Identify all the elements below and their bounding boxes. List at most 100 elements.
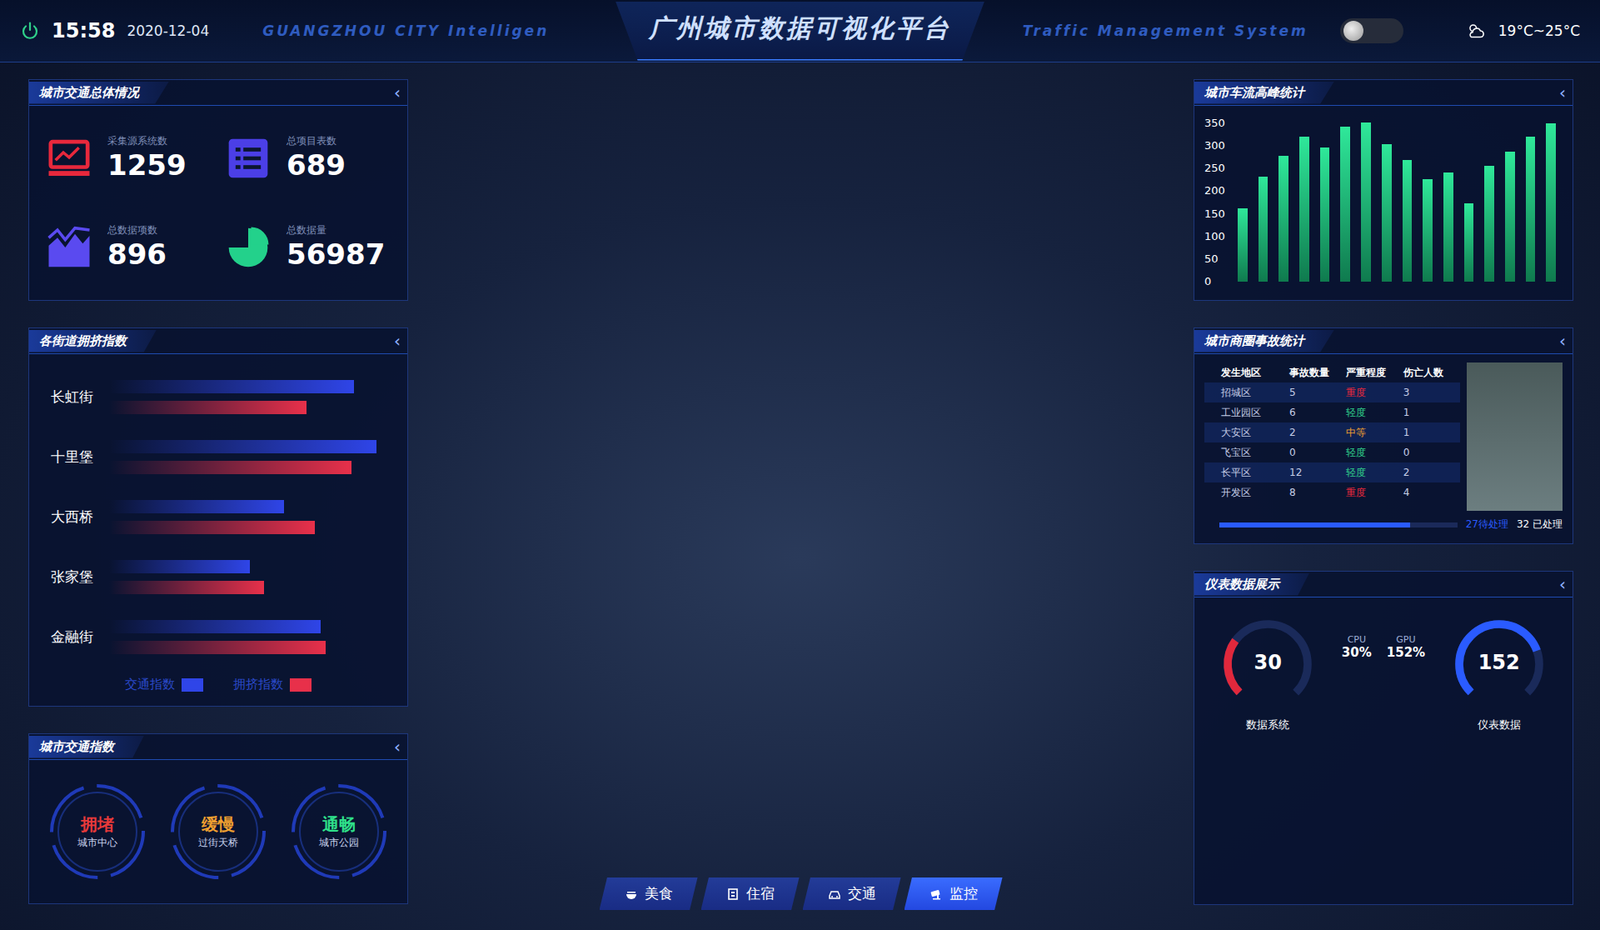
- traffic-bar: [109, 619, 321, 634]
- gauge: 152 仪表数据: [1449, 613, 1550, 733]
- chart-bar[interactable]: [1278, 155, 1289, 282]
- nav-button[interactable]: 监控: [904, 877, 1003, 910]
- chart-bar[interactable]: [1505, 151, 1516, 282]
- accident-table: 发生地区事故数量严重程度伤亡人数 招城区 5 重度 3工业园区 6 轻度 1大安…: [1204, 362, 1461, 511]
- stat-label: 总项目表数: [286, 134, 346, 149]
- weather-icon: [1465, 19, 1487, 42]
- chart-bar[interactable]: [1340, 126, 1351, 282]
- axis-tick: 200: [1204, 184, 1230, 196]
- cell: 1: [1403, 426, 1461, 439]
- ring-status: 通畅: [322, 812, 356, 836]
- street-row: 张家堡: [50, 559, 391, 594]
- traffic-bar: [109, 559, 250, 574]
- table-row[interactable]: 开发区 8 重度 4: [1204, 482, 1461, 503]
- clock-time: 15:58: [51, 19, 115, 43]
- axis-tick: 0: [1204, 275, 1230, 287]
- street-name: 张家堡: [50, 567, 100, 587]
- cell: 0: [1403, 446, 1461, 459]
- list-icon: [224, 134, 272, 182]
- panel-title: 城市交通总体情况: [29, 81, 170, 105]
- stat-card: 总项目表数 689: [224, 120, 391, 197]
- stat-value: 689: [286, 148, 346, 183]
- peak-chart-panel: 城市车流高峰统计‹ 350300250200150100500: [1193, 79, 1574, 301]
- cell: 1: [1403, 406, 1461, 419]
- chart-bar[interactable]: [1320, 147, 1331, 282]
- power-icon[interactable]: [19, 20, 40, 41]
- nav-button[interactable]: 美食: [599, 877, 698, 910]
- temperature: 19°C~25°C: [1498, 22, 1581, 40]
- panel-title: 城市交通指数: [29, 735, 145, 758]
- camera-icon: [929, 887, 943, 901]
- pie-icon: [224, 224, 272, 271]
- collapse-button[interactable]: ‹: [1552, 330, 1573, 351]
- table-row[interactable]: 大安区 2 中等 1: [1204, 422, 1461, 443]
- ring-place: 城市中心: [77, 835, 118, 850]
- chart-bar[interactable]: [1422, 179, 1433, 282]
- table-row[interactable]: 招城区 5 重度 3: [1204, 382, 1461, 403]
- column-header: 发生地区: [1221, 365, 1290, 380]
- gauge-arc: [1449, 613, 1550, 714]
- cell: 长平区: [1221, 465, 1290, 480]
- stat-value: 896: [107, 237, 167, 272]
- table-row[interactable]: 工业园区 6 轻度 1: [1204, 402, 1461, 423]
- overview-panel: 城市交通总体情况‹ 采集源系统数 1259 总项目表数 689 总数据项数 89…: [28, 79, 409, 301]
- bar-chart: 350300250200150100500: [1194, 105, 1573, 300]
- chart-bar[interactable]: [1484, 165, 1495, 282]
- traffic-index-panel: 城市交通指数‹ 拥堵 城市中心 缓慢 过街天桥 通畅 城市公园: [28, 732, 409, 904]
- gauge-arc: [1217, 613, 1318, 714]
- chart-bar[interactable]: [1443, 172, 1454, 282]
- collapse-button[interactable]: ‹: [1552, 573, 1573, 594]
- gauge-value: 152: [1449, 650, 1550, 674]
- collapse-button[interactable]: ‹: [387, 330, 408, 351]
- chart-bar[interactable]: [1299, 136, 1310, 282]
- chart-bar[interactable]: [1402, 159, 1413, 282]
- nav-button[interactable]: 住宿: [701, 877, 800, 910]
- congestion-bar: [109, 640, 326, 654]
- congestion-bar: [109, 520, 315, 534]
- chart-bar[interactable]: [1381, 144, 1392, 282]
- stat-card: 采集源系统数 1259: [45, 120, 212, 197]
- axis-tick: 100: [1204, 230, 1230, 242]
- gauge-panel: 仪表数据展示‹ 30 数据系统 CPU30%GPU152% 152 仪表数据: [1193, 570, 1574, 905]
- subtitle-left: GUANGZHOU CITY Intelligen: [262, 22, 549, 40]
- camera-photo: [1466, 362, 1563, 511]
- collapse-button[interactable]: ‹: [387, 736, 408, 757]
- chart-bar[interactable]: [1525, 136, 1536, 282]
- panel-title: 城市车流高峰统计: [1194, 81, 1335, 105]
- traffic-bar: [109, 499, 285, 514]
- street-row: 长虹街: [50, 379, 391, 414]
- legend-swatch: [181, 677, 204, 692]
- column-header: 事故数量: [1289, 365, 1346, 380]
- moon-icon: [1343, 20, 1364, 41]
- chart-bar[interactable]: [1360, 122, 1371, 282]
- bottom-nav: 美食 住宿 交通 监控: [599, 877, 1003, 910]
- cell: 2: [1289, 426, 1346, 439]
- nav-label: 美食: [644, 883, 673, 903]
- cell: 12: [1289, 466, 1346, 479]
- legend-item: 交通指数: [124, 676, 204, 693]
- panel-title: 城市商圈事故统计: [1194, 329, 1335, 353]
- severity-cell: 重度: [1345, 485, 1403, 500]
- monitor-icon: [45, 134, 93, 182]
- chart-bar[interactable]: [1237, 208, 1248, 282]
- legend-item: 拥挤指数: [233, 676, 312, 693]
- chart-bar[interactable]: [1545, 123, 1556, 282]
- chart-bar[interactable]: [1464, 203, 1475, 282]
- done-count: 32 已处理: [1516, 517, 1563, 532]
- congestion-panel: 各街道拥挤指数‹ 长虹街 十里堡 大西桥 张家堡 金融街 交通指数拥挤指数: [28, 327, 409, 707]
- axis-tick: 50: [1204, 253, 1230, 265]
- nav-button[interactable]: 交通: [802, 877, 902, 910]
- table-row[interactable]: 飞宝区 0 轻度 0: [1204, 442, 1461, 463]
- table-row[interactable]: 长平区 12 轻度 2: [1204, 462, 1461, 483]
- stat-value: 56987: [286, 237, 385, 272]
- collapse-button[interactable]: ‹: [387, 82, 408, 103]
- cell: 2: [1403, 466, 1461, 479]
- traffic-bar: [109, 379, 354, 394]
- legend-swatch: [289, 677, 312, 692]
- page-title: 广州城市数据可视化平台: [648, 11, 952, 46]
- chart-bar[interactable]: [1258, 176, 1269, 282]
- congestion-bar: [109, 460, 352, 474]
- cell: 4: [1403, 486, 1461, 499]
- night-mode-toggle[interactable]: [1340, 18, 1404, 44]
- collapse-button[interactable]: ‹: [1552, 82, 1573, 103]
